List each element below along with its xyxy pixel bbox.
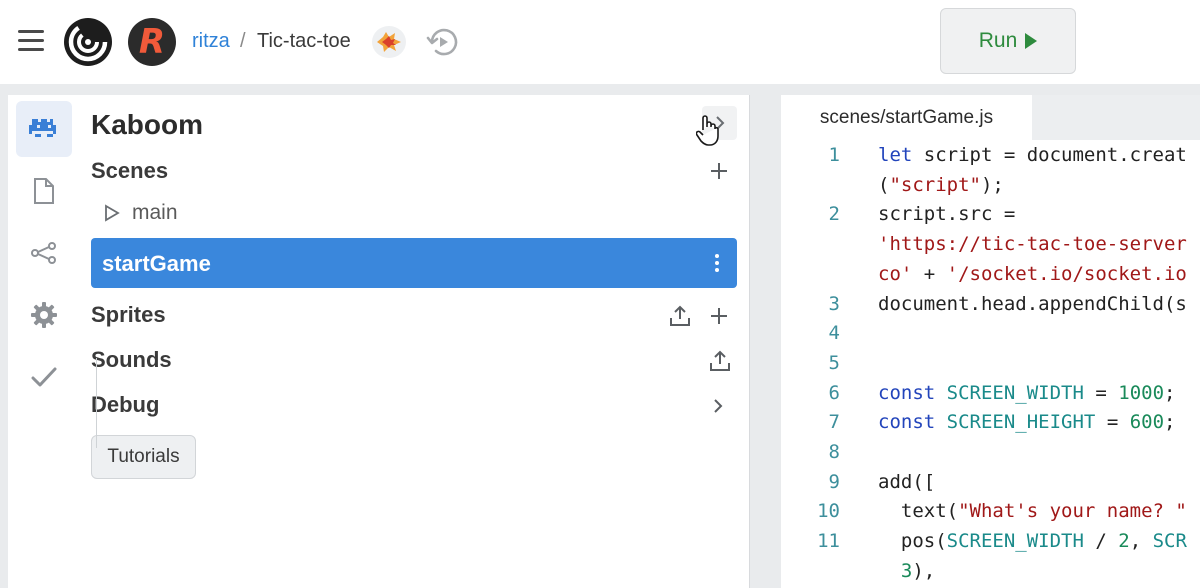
code-token: script.src = — [878, 203, 1016, 226]
run-button-label: Run — [978, 29, 1018, 52]
line-number: 5 — [828, 351, 840, 374]
collapse-panel-button[interactable] — [702, 106, 737, 140]
line-number: 9 — [828, 470, 840, 493]
indent-guide — [96, 358, 97, 448]
code-token: "script" — [889, 173, 981, 196]
code-token: pos( — [878, 530, 947, 553]
code-token: 600 — [1129, 411, 1165, 434]
code-token: document.head.appendChild(s — [878, 292, 1187, 315]
line-number: 3 — [828, 292, 840, 315]
hamburger-menu-icon[interactable] — [18, 30, 44, 52]
code-token: "What's your name? " — [958, 500, 1187, 523]
line-number: 4 — [828, 322, 840, 345]
run-button[interactable]: Run — [940, 8, 1076, 74]
code-line[interactable]: script.src = — [878, 203, 1015, 225]
play-icon — [1025, 33, 1038, 49]
code-token: add([ — [878, 470, 936, 493]
gear-icon[interactable] — [16, 287, 72, 343]
code-token: SCREEN_WIDTH — [946, 530, 1084, 553]
code-line[interactable]: const SCREEN_HEIGHT = 600; — [878, 411, 1175, 433]
line-number: 10 — [817, 500, 840, 523]
scene-item-label: startGame — [102, 251, 211, 276]
line-number: 8 — [828, 441, 840, 463]
panel-title: Kaboom — [91, 109, 203, 140]
code-line[interactable]: pos(SCREEN_WIDTH / 2, SCR — [878, 530, 1187, 552]
code-token: 1000 — [1118, 381, 1165, 404]
code-token: SCREEN_WIDTH — [946, 381, 1084, 404]
code-token: / — [1083, 530, 1119, 553]
code-token: = — [1083, 381, 1119, 404]
line-number: 1 — [828, 144, 840, 166]
line-number: 7 — [828, 411, 840, 434]
line-number: 2 — [828, 203, 840, 226]
upload-sprite-icon[interactable] — [669, 305, 691, 332]
add-scene-icon[interactable] — [709, 161, 729, 186]
breadcrumb-separator: / — [240, 30, 246, 52]
check-icon[interactable] — [16, 349, 72, 405]
history-icon[interactable] — [424, 24, 460, 65]
code-token: ( — [878, 173, 890, 196]
code-line[interactable]: 3), — [878, 560, 935, 582]
top-bar: R ritza / Tic-tac-toe Run — [0, 0, 1200, 84]
line-number: 6 — [828, 381, 840, 404]
code-line[interactable]: text("What's your name? " — [878, 500, 1187, 522]
scene-item-startgame[interactable]: startGame — [91, 238, 737, 288]
code-token: ; — [1164, 381, 1176, 404]
code-token: + — [912, 262, 947, 285]
kaboom-icon[interactable] — [16, 101, 72, 157]
line-number: 11 — [817, 530, 840, 553]
avatar[interactable]: R — [128, 18, 176, 66]
code-editor[interactable]: 1 let script = document.creat ("script"); 2… — [790, 141, 1200, 588]
breadcrumb-repo-name[interactable]: Tic-tac-toe — [257, 30, 351, 53]
section-sounds[interactable]: Sounds — [91, 347, 172, 373]
add-sprite-icon[interactable] — [709, 306, 729, 331]
editor-tab[interactable]: scenes/startGame.js — [781, 95, 1032, 140]
code-token: script = document.creat — [912, 144, 1187, 166]
code-line[interactable]: co' + '/socket.io/socket.io — [878, 263, 1187, 285]
section-sprites[interactable]: Sprites — [91, 302, 166, 328]
breadcrumb-user[interactable]: ritza — [192, 30, 230, 53]
play-outline-icon — [105, 204, 120, 222]
tutorials-button[interactable]: Tutorials — [91, 435, 196, 479]
replit-logo[interactable] — [64, 18, 112, 66]
side-rail — [8, 95, 80, 588]
code-token: ; — [1164, 411, 1176, 434]
code-line[interactable]: document.head.appendChild(s — [878, 293, 1187, 315]
code-line[interactable]: let script = document.creat — [878, 144, 1187, 166]
section-scenes[interactable]: Scenes — [91, 158, 168, 184]
code-token: SCR — [1152, 530, 1187, 553]
chevron-right-icon[interactable] — [712, 397, 724, 420]
code-token: co' — [878, 262, 913, 285]
chevron-right-icon — [715, 116, 724, 130]
kaboom-language-icon[interactable] — [372, 26, 406, 58]
code-token: let — [878, 144, 913, 166]
share-icon[interactable] — [16, 225, 72, 281]
code-token: ); — [980, 173, 1004, 196]
code-token: , — [1129, 530, 1153, 553]
code-line[interactable]: 'https://tic-tac-toe-server — [878, 233, 1187, 255]
code-token: text( — [878, 500, 959, 523]
code-line[interactable]: ("script"); — [878, 174, 1004, 196]
code-line[interactable]: const SCREEN_WIDTH = 1000; — [878, 382, 1175, 404]
scene-item-label: main — [132, 201, 178, 224]
code-token: ), — [912, 559, 936, 582]
code-token: 'https://tic-tac-toe-server — [878, 233, 1187, 256]
code-line[interactable]: add([ — [878, 471, 935, 493]
code-token: '/socket.io/socket.io — [946, 262, 1187, 285]
upload-sound-icon[interactable] — [709, 350, 731, 377]
file-icon[interactable] — [16, 163, 72, 219]
section-debug[interactable]: Debug — [91, 392, 159, 418]
more-options-icon[interactable] — [715, 254, 719, 275]
code-token: const — [878, 381, 936, 404]
scene-item-main[interactable]: main — [104, 201, 178, 225]
code-token: const — [878, 411, 936, 434]
code-token: 3 — [878, 559, 913, 582]
code-token: = — [1095, 411, 1130, 434]
code-token: SCREEN_HEIGHT — [946, 411, 1096, 434]
code-token: 2 — [1118, 530, 1130, 553]
